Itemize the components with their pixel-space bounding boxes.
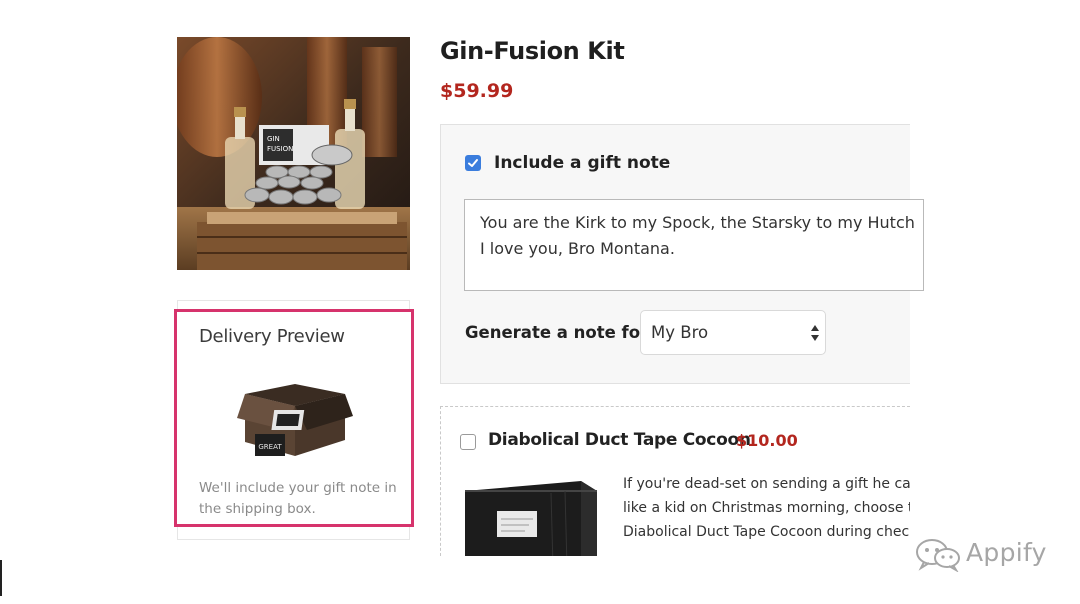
text-cursor-bar [0,560,2,596]
checkmark-icon [468,159,478,167]
addon-name[interactable]: Diabolical Duct Tape Cocoon [488,430,751,450]
product-price: $59.99 [440,80,514,102]
delivery-preview-card: Delivery Preview GREAT We'll include you… [174,309,414,527]
include-gift-note-checkbox[interactable] [465,155,481,171]
addon-price: $10.00 [736,431,798,450]
include-gift-note-label[interactable]: Include a gift note [494,153,670,173]
addon-description: If you're dead-set on sending a gift he … [623,476,910,540]
select-arrows-icon [811,325,819,341]
shipping-box-illustration: GREAT [237,376,353,466]
svg-text:FUSION: FUSION [267,145,293,153]
gift-note-textarea[interactable]: You are the Kirk to my Spock, the Starsk… [464,199,924,291]
addon-panel: Diabolical Duct Tape Cocoon $10.00 If yo… [440,406,910,556]
product-title: Gin-Fusion Kit [440,37,625,65]
wechat-icon [916,539,960,572]
appify-watermark: Appify [914,536,1054,572]
svg-text:GIN: GIN [267,135,280,143]
delivery-preview-caption: We'll include your gift note in the ship… [199,480,397,517]
box-tag-text: GREAT [258,443,282,451]
product-photo: GIN FUSION [177,37,410,270]
generate-note-label: Generate a note for: [465,323,655,342]
generate-note-selected: My Bro [651,323,709,342]
gift-note-text: You are the Kirk to my Spock, the Starsk… [480,213,915,258]
watermark-text: Appify [966,538,1047,567]
generate-note-select[interactable]: My Bro [640,310,826,355]
delivery-preview-title: Delivery Preview [199,326,345,347]
duct-tape-cocoon-photo [461,477,599,556]
gift-note-panel: Include a gift note You are the Kirk to … [440,124,924,384]
addon-checkbox[interactable] [460,434,476,450]
